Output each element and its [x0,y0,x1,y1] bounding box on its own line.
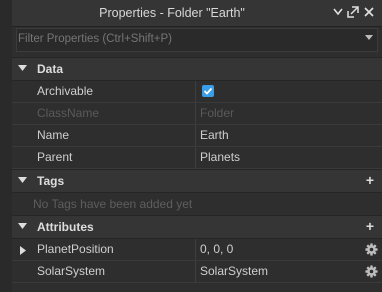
attribute-value[interactable]: 0, 0, 0 [200,239,233,260]
filter-properties-input[interactable] [17,29,358,49]
column-divider [195,147,196,168]
property-row-parent[interactable]: Parent Planets [12,147,382,169]
property-name: ClassName [37,106,100,120]
window-title: Properties - Folder "Earth" [99,6,245,20]
section-label: Attributes [37,220,94,234]
column-divider [195,239,196,260]
collapse-arrow-icon[interactable] [18,65,27,72]
properties-panel: Properties - Folder "Earth" Data Archiva… [12,0,382,292]
property-name: Name [37,128,70,142]
add-tag-button[interactable]: + [366,173,374,187]
collapse-arrow-icon[interactable] [18,223,27,230]
section-label: Data [37,62,64,76]
archivable-checkbox[interactable] [202,85,214,97]
property-row-archivable[interactable]: Archivable [12,81,382,103]
property-value[interactable]: Earth [200,125,229,146]
property-name: Archivable [37,84,94,98]
add-attribute-button[interactable]: + [366,219,374,233]
section-data[interactable]: Data [12,57,382,81]
gear-icon[interactable] [365,243,378,256]
popout-icon[interactable] [346,5,360,19]
filter-dropdown-icon[interactable] [365,35,373,41]
attribute-row-solar-system[interactable]: SolarSystem SolarSystem [12,261,382,283]
filter-bar [16,28,378,52]
close-icon[interactable] [362,5,376,19]
attribute-row-planet-position[interactable]: PlanetPosition 0, 0, 0 [12,239,382,261]
property-row-classname: ClassName Folder [12,103,382,125]
property-row-name[interactable]: Name Earth [12,125,382,147]
attribute-name: PlanetPosition [37,242,114,256]
gear-icon[interactable] [365,265,378,278]
title-bar[interactable]: Properties - Folder "Earth" [12,0,382,27]
attribute-name: SolarSystem [37,264,106,278]
column-divider [195,103,196,124]
attribute-value[interactable]: SolarSystem [200,261,268,282]
checkmark-icon [203,87,213,95]
menu-icon[interactable] [331,5,345,19]
section-label: Tags [37,174,65,188]
section-attributes[interactable]: Attributes + [12,215,382,239]
section-tags[interactable]: Tags + [12,169,382,193]
collapse-arrow-icon[interactable] [18,177,27,184]
column-divider [195,81,196,102]
column-divider [195,261,196,282]
column-divider [195,125,196,146]
tags-empty-message: No Tags have been added yet [33,197,193,211]
property-name: Parent [37,150,73,164]
property-value[interactable]: Planets [200,147,240,168]
property-value: Folder [200,106,235,120]
expand-arrow-icon[interactable] [20,246,26,255]
